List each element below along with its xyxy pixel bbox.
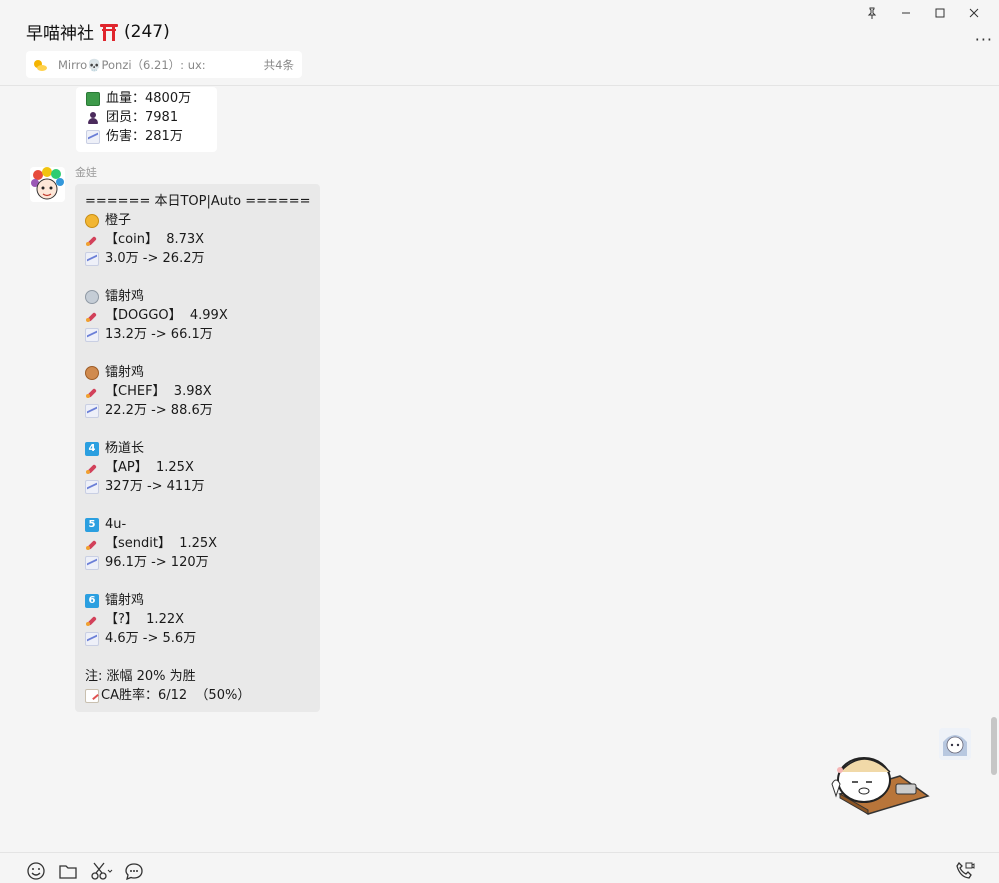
rocket-icon — [85, 613, 99, 627]
pinned-count[interactable]: 共4条 — [264, 57, 294, 73]
entry-change: 327万 -> 411万 — [85, 477, 310, 496]
entry-rank: 4 杨道长 — [85, 439, 310, 458]
entry-change: 22.2万 -> 88.6万 — [85, 401, 310, 420]
input-toolbar — [0, 852, 999, 883]
number-6-icon: 6 — [85, 593, 99, 608]
report-winrate: CA胜率：6/12 （50%） — [85, 686, 310, 705]
bronze-medal-icon — [85, 365, 99, 380]
entry-change: 13.2万 -> 66.1万 — [85, 325, 310, 344]
rocket-icon — [85, 385, 99, 399]
entry-change: 96.1万 -> 120万 — [85, 553, 310, 572]
money-icon — [86, 91, 100, 106]
number-5-icon: 5 — [85, 517, 99, 532]
rocket-icon — [85, 461, 99, 475]
report-header: ====== 本日TOP|Auto ====== — [85, 194, 311, 209]
chat-header: 早喵神社 (247) ··· Mirro💀Ponzi（6.21）: ux: 共4… — [0, 0, 999, 86]
group-name: 早喵神社 — [26, 24, 94, 44]
entry-change: 3.0万 -> 26.2万 — [85, 249, 310, 268]
avatar[interactable] — [939, 728, 971, 760]
rocket-icon — [85, 537, 99, 551]
avatar[interactable] — [30, 167, 65, 202]
chat-title: 早喵神社 (247) — [26, 19, 170, 45]
entry-token: 【coin】 8.73X — [85, 230, 310, 249]
window-controls — [857, 4, 989, 22]
chart-icon — [85, 631, 99, 646]
emoji-icon[interactable] — [26, 861, 46, 881]
folder-icon[interactable] — [58, 861, 78, 881]
entry-token: 【DOGGO】 4.99X — [85, 306, 310, 325]
person-icon — [86, 111, 100, 125]
weather-sun-icon — [32, 58, 48, 72]
message-line: 团员：7981 — [86, 108, 207, 127]
scrollbar-thumb[interactable] — [991, 717, 997, 775]
message-bubble[interactable]: 血量：4800万 团员：7981 伤害：281万 — [76, 87, 217, 152]
pinned-text: Mirro💀Ponzi（6.21）: ux: — [58, 57, 206, 72]
entry-rank: 橙子 — [85, 211, 310, 230]
chat-bubble-icon[interactable] — [124, 861, 144, 881]
message-line: 血量：4800万 — [86, 89, 207, 108]
chart-icon — [85, 479, 99, 494]
more-options-button[interactable]: ··· — [975, 30, 993, 49]
maximize-icon[interactable] — [925, 4, 955, 22]
chart-icon — [85, 327, 99, 342]
minimize-icon[interactable] — [891, 4, 921, 22]
memo-icon — [85, 688, 99, 703]
number-4-icon: 4 — [85, 441, 99, 456]
entry-change: 4.6万 -> 5.6万 — [85, 629, 310, 648]
message-line: 伤害：281万 — [86, 127, 207, 146]
pinned-message-bar[interactable]: Mirro💀Ponzi（6.21）: ux: 共4条 — [26, 51, 302, 78]
entry-rank: 镭射鸡 — [85, 363, 310, 382]
chart-icon — [86, 129, 100, 144]
message-bubble[interactable]: ====== 本日TOP|Auto ====== 橙子 【coin】 8.73X… — [75, 184, 320, 712]
gold-medal-icon — [85, 213, 99, 228]
chat-area[interactable]: 血量：4800万 团员：7981 伤害：281万 金娃 ====== 本日TOP… — [0, 87, 999, 852]
rocket-icon — [85, 309, 99, 323]
torii-icon — [99, 22, 119, 42]
chart-icon — [85, 555, 99, 570]
member-count: (247) — [124, 21, 170, 42]
silver-medal-icon — [85, 289, 99, 304]
rocket-icon — [85, 233, 99, 247]
entry-rank: 5 4u- — [85, 515, 310, 534]
sender-name: 金娃 — [75, 166, 97, 179]
entry-token: 【CHEF】 3.98X — [85, 382, 310, 401]
video-call-icon[interactable] — [955, 861, 975, 881]
report-note: 注: 涨幅 20% 为胜 — [85, 669, 196, 684]
close-icon[interactable] — [959, 4, 989, 22]
chart-icon — [85, 251, 99, 266]
entry-token: 【sendit】 1.25X — [85, 534, 310, 553]
entry-rank: 镭射鸡 — [85, 287, 310, 306]
scissors-icon[interactable] — [90, 861, 113, 881]
pin-icon[interactable] — [857, 4, 887, 22]
sticker-image[interactable] — [826, 744, 930, 816]
entry-token: 【?】 1.22X — [85, 610, 310, 629]
chart-icon — [85, 403, 99, 418]
entry-token: 【AP】 1.25X — [85, 458, 310, 477]
entry-rank: 6 镭射鸡 — [85, 591, 310, 610]
